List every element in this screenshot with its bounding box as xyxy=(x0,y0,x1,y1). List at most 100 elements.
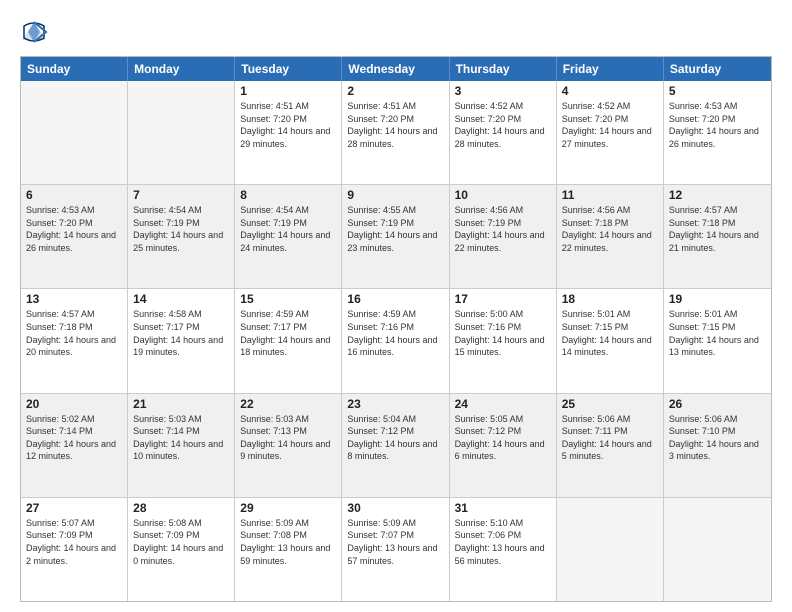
calendar-cell: 9 Sunrise: 4:55 AM Sunset: 7:19 PM Daylig… xyxy=(342,185,449,288)
day-number: 11 xyxy=(562,188,658,202)
day-number: 18 xyxy=(562,292,658,306)
header xyxy=(20,18,772,46)
day-number: 7 xyxy=(133,188,229,202)
calendar-cell: 11 Sunrise: 4:56 AM Sunset: 7:18 PM Dayli… xyxy=(557,185,664,288)
header-friday: Friday xyxy=(557,57,664,81)
logo xyxy=(20,18,52,46)
calendar-cell: 7Sunrise: 4:54 AM Sunset: 7:19 PM Daylig… xyxy=(128,185,235,288)
calendar-cell xyxy=(664,498,771,601)
calendar-cell: 23 Sunrise: 5:04 AM Sunset: 7:12 PM Dayli… xyxy=(342,394,449,497)
day-number: 3 xyxy=(455,84,551,98)
calendar-cell: 22 Sunrise: 5:03 AM Sunset: 7:13 PM Dayli… xyxy=(235,394,342,497)
calendar-cell: 14 Sunrise: 4:58 AM Sunset: 7:17 PM Dayli… xyxy=(128,289,235,392)
day-info: Sunrise: 5:09 AM Sunset: 7:07 PM Dayligh… xyxy=(347,517,443,567)
day-info: Sunrise: 5:06 AM Sunset: 7:11 PM Dayligh… xyxy=(562,413,658,463)
day-number: 29 xyxy=(240,501,336,515)
day-number: 31 xyxy=(455,501,551,515)
day-number: 22 xyxy=(240,397,336,411)
day-info: Sunrise: 5:08 AM Sunset: 7:09 PM Dayligh… xyxy=(133,517,229,567)
day-info: Sunrise: 4:58 AM Sunset: 7:17 PM Dayligh… xyxy=(133,308,229,358)
calendar-cell: 16 Sunrise: 4:59 AM Sunset: 7:16 PM Dayli… xyxy=(342,289,449,392)
calendar-cell: 24 Sunrise: 5:05 AM Sunset: 7:12 PM Dayli… xyxy=(450,394,557,497)
calendar-body: 1 Sunrise: 4:51 AM Sunset: 7:20 PM Daylig… xyxy=(21,81,771,601)
day-info: Sunrise: 5:06 AM Sunset: 7:10 PM Dayligh… xyxy=(669,413,766,463)
day-info: Sunrise: 5:07 AM Sunset: 7:09 PM Dayligh… xyxy=(26,517,122,567)
calendar-row: 27 Sunrise: 5:07 AM Sunset: 7:09 PM Dayli… xyxy=(21,497,771,601)
calendar-cell: 19 Sunrise: 5:01 AM Sunset: 7:15 PM Dayli… xyxy=(664,289,771,392)
calendar-cell: 18Sunrise: 5:01 AM Sunset: 7:15 PM Dayli… xyxy=(557,289,664,392)
page: SundayMondayTuesdayWednesdayThursdayFrid… xyxy=(0,0,792,612)
day-info: Sunrise: 5:09 AM Sunset: 7:08 PM Dayligh… xyxy=(240,517,336,567)
day-number: 24 xyxy=(455,397,551,411)
header-wednesday: Wednesday xyxy=(342,57,449,81)
calendar-cell: 31 Sunrise: 5:10 AM Sunset: 7:06 PM Dayli… xyxy=(450,498,557,601)
calendar-cell: 3Sunrise: 4:52 AM Sunset: 7:20 PM Daylig… xyxy=(450,81,557,184)
day-info: Sunrise: 4:51 AM Sunset: 7:20 PM Dayligh… xyxy=(347,100,443,150)
calendar-cell xyxy=(128,81,235,184)
day-info: Sunrise: 5:02 AM Sunset: 7:14 PM Dayligh… xyxy=(26,413,122,463)
day-number: 28 xyxy=(133,501,229,515)
day-number: 16 xyxy=(347,292,443,306)
calendar-row: 1 Sunrise: 4:51 AM Sunset: 7:20 PM Daylig… xyxy=(21,81,771,184)
calendar-cell xyxy=(557,498,664,601)
day-info: Sunrise: 5:01 AM Sunset: 7:15 PM Dayligh… xyxy=(669,308,766,358)
day-info: Sunrise: 5:00 AM Sunset: 7:16 PM Dayligh… xyxy=(455,308,551,358)
calendar-cell: 25Sunrise: 5:06 AM Sunset: 7:11 PM Dayli… xyxy=(557,394,664,497)
header-tuesday: Tuesday xyxy=(235,57,342,81)
day-info: Sunrise: 4:59 AM Sunset: 7:17 PM Dayligh… xyxy=(240,308,336,358)
calendar-cell: 21 Sunrise: 5:03 AM Sunset: 7:14 PM Dayli… xyxy=(128,394,235,497)
day-number: 9 xyxy=(347,188,443,202)
day-info: Sunrise: 4:59 AM Sunset: 7:16 PM Dayligh… xyxy=(347,308,443,358)
day-number: 23 xyxy=(347,397,443,411)
calendar-cell: 30Sunrise: 5:09 AM Sunset: 7:07 PM Dayli… xyxy=(342,498,449,601)
calendar-cell: 12Sunrise: 4:57 AM Sunset: 7:18 PM Dayli… xyxy=(664,185,771,288)
calendar-cell: 27 Sunrise: 5:07 AM Sunset: 7:09 PM Dayli… xyxy=(21,498,128,601)
day-info: Sunrise: 4:53 AM Sunset: 7:20 PM Dayligh… xyxy=(26,204,122,254)
day-info: Sunrise: 5:10 AM Sunset: 7:06 PM Dayligh… xyxy=(455,517,551,567)
day-number: 1 xyxy=(240,84,336,98)
day-number: 5 xyxy=(669,84,766,98)
day-number: 26 xyxy=(669,397,766,411)
logo-icon xyxy=(20,18,48,46)
calendar-row: 20 Sunrise: 5:02 AM Sunset: 7:14 PM Dayli… xyxy=(21,393,771,497)
day-info: Sunrise: 5:03 AM Sunset: 7:13 PM Dayligh… xyxy=(240,413,336,463)
calendar-row: 13 Sunrise: 4:57 AM Sunset: 7:18 PM Dayli… xyxy=(21,288,771,392)
calendar-cell: 26 Sunrise: 5:06 AM Sunset: 7:10 PM Dayli… xyxy=(664,394,771,497)
calendar-cell: 15 Sunrise: 4:59 AM Sunset: 7:17 PM Dayli… xyxy=(235,289,342,392)
day-number: 14 xyxy=(133,292,229,306)
day-info: Sunrise: 5:05 AM Sunset: 7:12 PM Dayligh… xyxy=(455,413,551,463)
day-number: 10 xyxy=(455,188,551,202)
day-number: 19 xyxy=(669,292,766,306)
calendar-cell: 2 Sunrise: 4:51 AM Sunset: 7:20 PM Daylig… xyxy=(342,81,449,184)
header-thursday: Thursday xyxy=(450,57,557,81)
calendar-cell: 8Sunrise: 4:54 AM Sunset: 7:19 PM Daylig… xyxy=(235,185,342,288)
day-info: Sunrise: 4:54 AM Sunset: 7:19 PM Dayligh… xyxy=(240,204,336,254)
day-info: Sunrise: 5:03 AM Sunset: 7:14 PM Dayligh… xyxy=(133,413,229,463)
calendar-cell: 29 Sunrise: 5:09 AM Sunset: 7:08 PM Dayli… xyxy=(235,498,342,601)
header-saturday: Saturday xyxy=(664,57,771,81)
day-info: Sunrise: 4:57 AM Sunset: 7:18 PM Dayligh… xyxy=(26,308,122,358)
day-info: Sunrise: 4:55 AM Sunset: 7:19 PM Dayligh… xyxy=(347,204,443,254)
day-number: 27 xyxy=(26,501,122,515)
calendar-cell: 5Sunrise: 4:53 AM Sunset: 7:20 PM Daylig… xyxy=(664,81,771,184)
calendar-cell: 4Sunrise: 4:52 AM Sunset: 7:20 PM Daylig… xyxy=(557,81,664,184)
calendar-cell: 28 Sunrise: 5:08 AM Sunset: 7:09 PM Dayli… xyxy=(128,498,235,601)
day-number: 2 xyxy=(347,84,443,98)
calendar: SundayMondayTuesdayWednesdayThursdayFrid… xyxy=(20,56,772,602)
day-number: 13 xyxy=(26,292,122,306)
calendar-cell: 17 Sunrise: 5:00 AM Sunset: 7:16 PM Dayli… xyxy=(450,289,557,392)
calendar-cell: 13 Sunrise: 4:57 AM Sunset: 7:18 PM Dayli… xyxy=(21,289,128,392)
calendar-cell: 20 Sunrise: 5:02 AM Sunset: 7:14 PM Dayli… xyxy=(21,394,128,497)
day-number: 20 xyxy=(26,397,122,411)
calendar-header: SundayMondayTuesdayWednesdayThursdayFrid… xyxy=(21,57,771,81)
day-info: Sunrise: 4:57 AM Sunset: 7:18 PM Dayligh… xyxy=(669,204,766,254)
day-info: Sunrise: 4:51 AM Sunset: 7:20 PM Dayligh… xyxy=(240,100,336,150)
day-number: 21 xyxy=(133,397,229,411)
calendar-row: 6Sunrise: 4:53 AM Sunset: 7:20 PM Daylig… xyxy=(21,184,771,288)
day-number: 4 xyxy=(562,84,658,98)
day-info: Sunrise: 4:56 AM Sunset: 7:18 PM Dayligh… xyxy=(562,204,658,254)
day-number: 17 xyxy=(455,292,551,306)
day-info: Sunrise: 5:04 AM Sunset: 7:12 PM Dayligh… xyxy=(347,413,443,463)
day-number: 15 xyxy=(240,292,336,306)
calendar-cell: 1 Sunrise: 4:51 AM Sunset: 7:20 PM Daylig… xyxy=(235,81,342,184)
